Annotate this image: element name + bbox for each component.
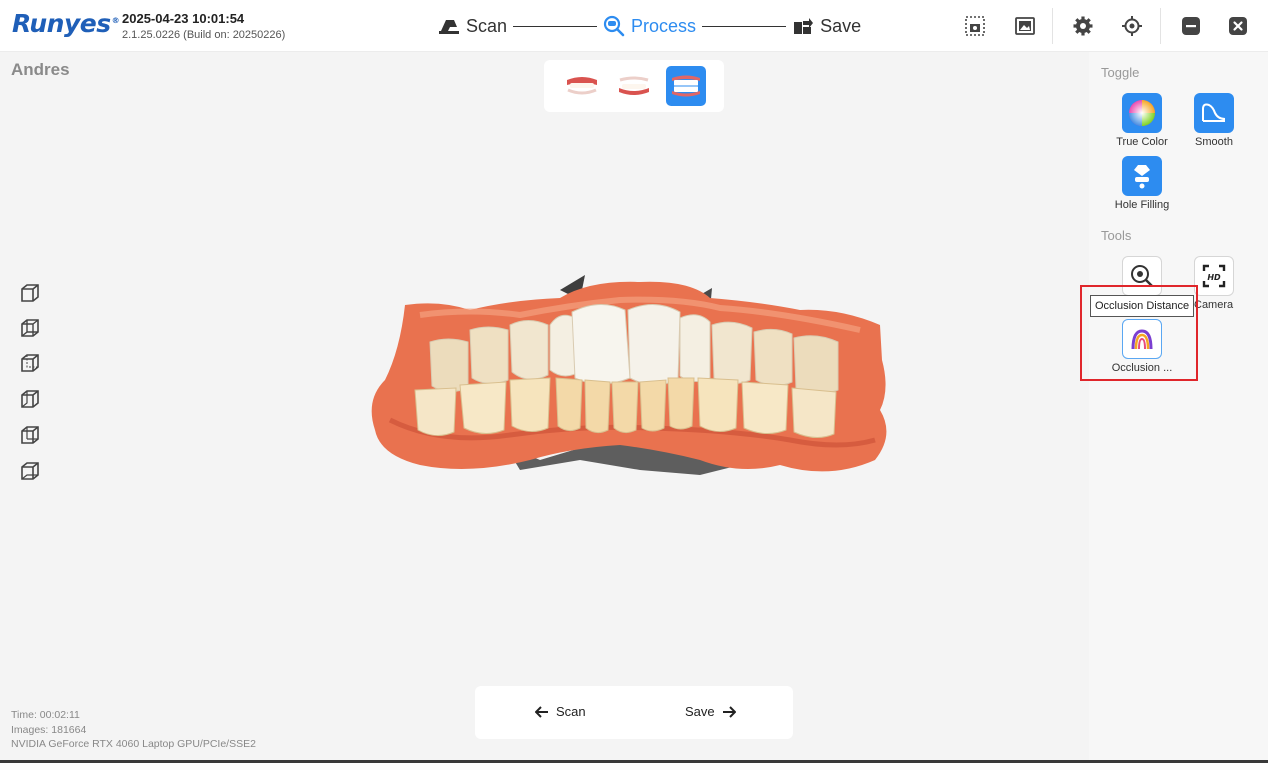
step-connector xyxy=(513,25,598,27)
true-color-icon xyxy=(1122,93,1162,133)
step-save-label: Save xyxy=(820,15,862,36)
hole-filling-toggle[interactable]: Hole Filling xyxy=(1107,156,1177,211)
true-color-toggle[interactable]: True Color xyxy=(1107,93,1177,148)
back-to-scan-button[interactable]: Scan xyxy=(535,704,586,719)
cube-icon xyxy=(21,354,39,372)
close-icon[interactable] xyxy=(1226,14,1250,38)
tools-section-title: Tools xyxy=(1101,228,1132,243)
both-jaws-icon xyxy=(672,75,700,97)
cube-icon xyxy=(21,426,39,444)
upper-jaw-icon xyxy=(567,77,597,95)
toggle-section-title: Toggle xyxy=(1101,65,1140,80)
back-to-scan-label: Scan xyxy=(556,704,586,719)
right-tool-panel: Toggle True Color Smooth Hole Filling To… xyxy=(1089,52,1268,763)
scan-time: Time: 00:02:11 xyxy=(11,709,80,721)
toolbar-divider xyxy=(1052,8,1053,44)
hole-filling-icon xyxy=(1122,156,1162,196)
go-to-save-button[interactable]: Save xyxy=(685,704,736,719)
minimize-icon[interactable] xyxy=(1179,14,1203,38)
workflow-steps: Scan Process Save xyxy=(438,12,861,40)
dental-scan-model[interactable] xyxy=(360,270,900,490)
cube-icon xyxy=(21,390,39,408)
view-right-cube[interactable] xyxy=(19,388,41,410)
step-scan[interactable]: Scan xyxy=(438,15,507,37)
smooth-toggle[interactable]: Smooth xyxy=(1179,93,1249,148)
step-save[interactable]: Save xyxy=(792,15,861,37)
cube-icon xyxy=(21,284,39,302)
smooth-icon xyxy=(1194,93,1234,133)
scanner-icon xyxy=(438,15,460,37)
gallery-icon[interactable] xyxy=(1013,14,1037,38)
arrow-right-icon xyxy=(722,705,736,718)
cube-icon xyxy=(21,319,39,337)
step-connector xyxy=(702,25,787,27)
smooth-label: Smooth xyxy=(1195,136,1233,148)
view-bottom-cube[interactable] xyxy=(19,460,41,482)
gpu-info: NVIDIA GeForce RTX 4060 Laptop GPU/PCIe/… xyxy=(11,738,256,750)
toolbar-divider xyxy=(1160,8,1161,44)
view-back-cube[interactable] xyxy=(19,317,41,339)
settings-icon[interactable] xyxy=(1071,14,1095,38)
version-info: 2.1.25.0226 (Build on: 20250226) xyxy=(122,29,286,41)
screenshot-icon[interactable] xyxy=(963,14,987,38)
lower-jaw-icon xyxy=(619,76,649,95)
step-process-label: Process xyxy=(631,15,697,36)
target-icon[interactable] xyxy=(1120,14,1144,38)
both-jaws-view-button[interactable] xyxy=(666,66,706,106)
runyes-logo: Runyes® xyxy=(12,9,120,38)
true-color-label: True Color xyxy=(1116,136,1168,148)
session-datetime: 2025-04-23 10:01:54 xyxy=(122,11,245,26)
view-top-cube[interactable] xyxy=(19,424,41,446)
cube-icon xyxy=(21,462,39,480)
upper-jaw-view-button[interactable] xyxy=(562,66,602,106)
view-left-cube[interactable] xyxy=(19,352,41,374)
view-front-cube[interactable] xyxy=(19,282,41,304)
hole-filling-label: Hole Filling xyxy=(1114,199,1170,211)
patient-name: Andres xyxy=(11,60,70,79)
process-icon xyxy=(603,15,625,37)
hd-camera-icon: HD xyxy=(1194,256,1234,296)
arrow-left-icon xyxy=(535,705,549,718)
jaw-view-switcher xyxy=(544,60,724,112)
title-bar: Runyes® 2025-04-23 10:01:54 2.1.25.0226 … xyxy=(0,0,1268,52)
go-to-save-label: Save xyxy=(685,704,715,719)
svg-text:HD: HD xyxy=(1207,273,1221,282)
bottom-navigation: Scan Save xyxy=(475,686,793,739)
step-scan-label: Scan xyxy=(466,15,508,36)
occlusion-distance-tooltip: Occlusion Distance xyxy=(1090,295,1195,317)
lower-jaw-view-button[interactable] xyxy=(614,66,654,106)
save-icon xyxy=(792,15,814,37)
step-process[interactable]: Process xyxy=(603,15,696,37)
image-count: Images: 181664 xyxy=(11,724,87,736)
